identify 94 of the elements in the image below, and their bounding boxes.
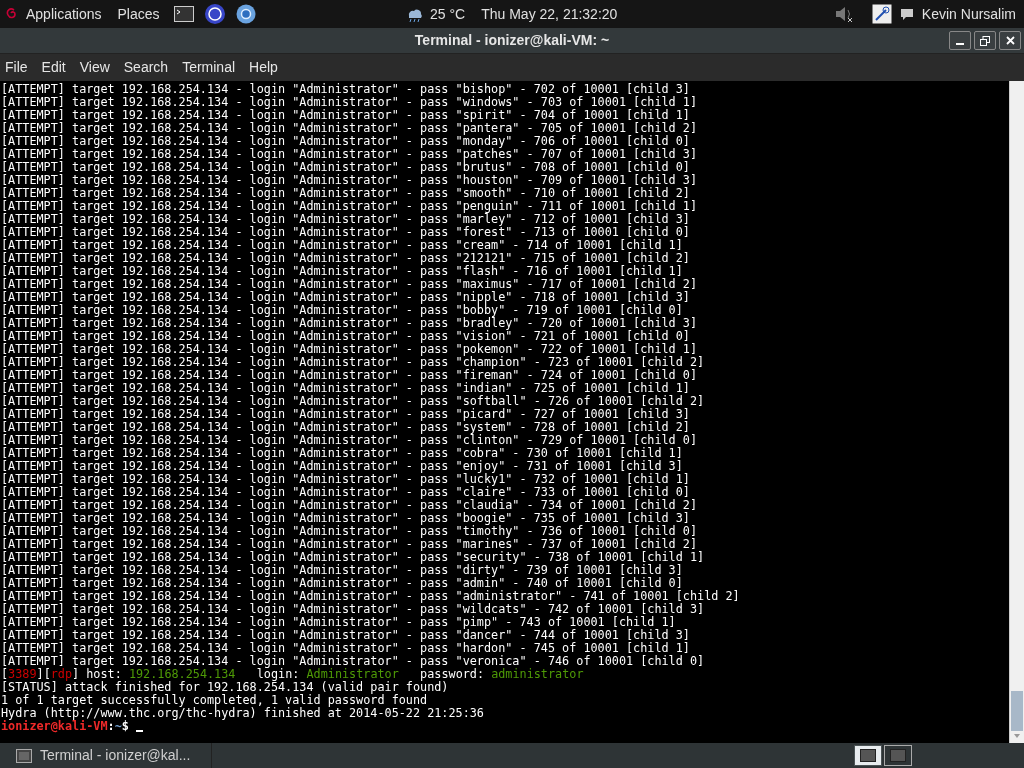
terminal-text: [ATTEMPT] target 192.168.254.134 - login "Administrator" - pass "smooth" - 710 of 10001 [child 2] (1, 187, 690, 200)
terminal-text: [ATTEMPT] target 192.168.254.134 - login "Administrator" - pass "enjoy" - 731 of 10001 [child 3] (1, 460, 683, 473)
terminal-text: [ATTEMPT] target 192.168.254.134 - login "Administrator" - pass "lucky1" - 732 of 10001 [child 1] (1, 473, 690, 486)
debian-swirl-icon[interactable] (6, 7, 18, 21)
menu-item[interactable]: View (79, 57, 110, 78)
terminal-text: [STATUS] attack finished for 192.168.254.134 (valid pair found) (1, 681, 449, 694)
terminal-text: [ATTEMPT] target 192.168.254.134 - login "Administrator" - pass "penguin" - 711 of 10001 [child 1] (1, 200, 698, 213)
terminal-text: [ATTEMPT] target 192.168.254.134 - login "Administrator" - pass "marines" - 737 of 10001 [child 2] (1, 538, 698, 551)
terminal-text: [ATTEMPT] target 192.168.254.134 - login "Administrator" - pass "bobby" - 719 of 10001 [child 0] (1, 304, 683, 317)
terminal-text: [ATTEMPT] target 192.168.254.134 - login "Administrator" - pass "claudia" - 734 of 10001 [child 2] (1, 499, 698, 512)
terminal-text: Hydra (http://www.thc.org/thc-hydra) finished at 2014-05-22 21:25:36 (1, 707, 484, 720)
terminal-text: ionizer@kali-VM (1, 720, 108, 733)
terminal-text: [ATTEMPT] target 192.168.254.134 - login "Administrator" - pass "bradley" - 720 of 10001 [child 3] (1, 317, 698, 330)
close-icon (1005, 36, 1015, 45)
terminal-text: 192.168.254.134 (128, 668, 236, 681)
terminal-text: [ATTEMPT] target 192.168.254.134 - login "Administrator" - pass "picard" - 727 of 10001 [child 3] (1, 408, 690, 421)
minimize-button[interactable] (949, 31, 971, 50)
terminal-text: [ATTEMPT] target 192.168.254.134 - login "Administrator" - pass "brutus" - 708 of 10001 [child 0] (1, 161, 690, 174)
scrollbar-thumb[interactable] (1011, 691, 1023, 731)
terminal-text: [ATTEMPT] target 192.168.254.134 - login "Administrator" - pass "forest" - 713 of 10001 [child 0] (1, 226, 690, 239)
terminal-text: [ATTEMPT] target 192.168.254.134 - login "Administrator" - pass "champion" - 723 of 10001 [child 2] (1, 356, 705, 369)
terminal-text: [ATTEMPT] target 192.168.254.134 - login "Administrator" - pass "timothy" - 736 of 10001 [child 0] (1, 525, 698, 538)
terminal-text: password: (420, 668, 486, 681)
terminal-text: [ATTEMPT] target 192.168.254.134 - login "Administrator" - pass "houston" - 709 of 10001 [child 3] (1, 174, 698, 187)
terminal-text: [ATTEMPT] target 192.168.254.134 - login "Administrator" - pass "wildcats" - 742 of 10001 [child 3] (1, 603, 705, 616)
temperature: 25 °C (430, 4, 466, 24)
globe-icon[interactable] (203, 3, 226, 25)
terminal-text: [ (1, 668, 9, 681)
terminal-text: [ATTEMPT] target 192.168.254.134 - login "Administrator" - pass "pokemon" - 722 of 10001 [child 1] (1, 343, 698, 356)
terminal-text: [ATTEMPT] target 192.168.254.134 - login "Administrator" - pass "security" - 738 of 10001 [child 1] (1, 551, 705, 564)
terminal-text: [ATTEMPT] target 192.168.254.134 - login "Administrator" - pass "bishop" - 702 of 10001 [child 3] (1, 83, 690, 96)
terminal-text: [ATTEMPT] target 192.168.254.134 - login "Administrator" - pass "nipple" - 718 of 10001 [child 3] (1, 291, 690, 304)
terminal-text: Administrator (306, 668, 399, 681)
terminal-text: rdp (50, 668, 73, 681)
restore-icon (980, 35, 990, 46)
panel-menu[interactable]: Places (117, 3, 160, 25)
muted-volume-icon[interactable] (833, 5, 854, 23)
browser-icon[interactable] (235, 4, 256, 24)
terminal-text: : (107, 720, 115, 733)
menu-item[interactable]: Search (123, 57, 169, 78)
terminal-text: [ATTEMPT] target 192.168.254.134 - login "Administrator" - pass "claire" - 733 of 10001 [child 0] (1, 486, 690, 499)
terminal-text: [ATTEMPT] target 192.168.254.134 - login "Administrator" - pass "flash" - 716 of 10001 [child 1] (1, 265, 683, 278)
terminal-text: [ATTEMPT] target 192.168.254.134 - login "Administrator" - pass "admin" - 740 of 10001 [child 0] (1, 577, 683, 590)
workspace-thumbnail-icon (890, 749, 906, 762)
terminal-text: ] host: (72, 668, 123, 681)
panel-menu[interactable]: Applications (26, 3, 102, 25)
terminal-text: [ATTEMPT] target 192.168.254.134 - login "Administrator" - pass "spirit" - 704 of 10001 [child 1] (1, 109, 690, 122)
terminal-text: [ATTEMPT] target 192.168.254.134 - login "Administrator" - pass "cream" - 714 of 10001 [child 1] (1, 239, 683, 252)
terminal-text: [ATTEMPT] target 192.168.254.134 - login "Administrator" - pass "pimp" - 743 of 10001 [child 1] (1, 616, 676, 629)
terminal-text: 1 of 1 target successfully completed, 1 valid password found (1, 694, 428, 707)
terminal-text: [ATTEMPT] target 192.168.254.134 - login "Administrator" - pass "marley" - 712 of 10001 [child 3] (1, 213, 690, 226)
terminal-text: [ATTEMPT] target 192.168.254.134 - login "Administrator" - pass "veronica" - 746 of 10001 [child 0] (1, 655, 705, 668)
terminal-text: 3389 (8, 668, 37, 681)
close-button[interactable] (999, 31, 1021, 50)
network-icon[interactable] (871, 4, 892, 24)
workspace-thumbnail-icon (860, 749, 876, 762)
chat-icon[interactable] (899, 7, 914, 21)
menu-item[interactable]: Terminal (182, 57, 236, 78)
minimize-icon (956, 43, 964, 45)
workspace-button[interactable] (854, 745, 882, 766)
terminal-icon (16, 748, 32, 763)
terminal-text: [ATTEMPT] target 192.168.254.134 - login "Administrator" - pass "dirty" - 739 of 10001 [child 3] (1, 564, 683, 577)
terminal-text: [ATTEMPT] target 192.168.254.134 - login "Administrator" - pass "indian" - 725 of 10001 [child 1] (1, 382, 690, 395)
terminal-text: [ATTEMPT] target 192.168.254.134 - login "Administrator" - pass "patches" - 707 of 10001 [child 3] (1, 148, 698, 161)
scrollbar[interactable] (1009, 81, 1024, 743)
terminal-text: [ATTEMPT] target 192.168.254.134 - login "Administrator" - pass "212121" - 715 of 10001 [child 2] (1, 252, 690, 265)
terminal-text: [ATTEMPT] target 192.168.254.134 - login "Administrator" - pass "windows" - 703 of 10001 [child 1] (1, 96, 698, 109)
terminal-text: [ATTEMPT] target 192.168.254.134 - login "Administrator" - pass "clinton" - 729 of 10001 [child 0] (1, 434, 698, 447)
terminal-text: [ATTEMPT] target 192.168.254.134 - login "Administrator" - pass "vision" - 721 of 10001 [child 0] (1, 330, 690, 343)
terminal-text: $ (121, 720, 129, 733)
terminal-text: [ATTEMPT] target 192.168.254.134 - login "Administrator" - pass "softball" - 726 of 10001 [child 2] (1, 395, 705, 408)
terminal-text: [ATTEMPT] target 192.168.254.134 - login "Administrator" - pass "cobra" - 730 of 10001 [child 1] (1, 447, 683, 460)
terminal-text: [ATTEMPT] target 192.168.254.134 - login "Administrator" - pass "pantera" - 705 of 10001 [child 2] (1, 122, 698, 135)
terminal-text: [ATTEMPT] target 192.168.254.134 - login "Administrator" - pass "boogie" - 735 of 10001 [child 3] (1, 512, 690, 525)
user-name[interactable]: Kevin Nursalim (921, 3, 1016, 25)
terminal-text: [ATTEMPT] target 192.168.254.134 - login "Administrator" - pass "dancer" - 744 of 10001 [child 3] (1, 629, 690, 642)
terminal-text: [ATTEMPT] target 192.168.254.134 - login "Administrator" - pass "hardon" - 745 of 10001 [child 1] (1, 642, 690, 655)
terminal-text: ][ (36, 668, 51, 681)
window-title: Terminal - ionizer@kali-VM: ~ (414, 31, 610, 50)
terminal-text: administrator (491, 668, 584, 681)
terminal-text: [ATTEMPT] target 192.168.254.134 - login "Administrator" - pass "fireman" - 724 of 10001 [child 0] (1, 369, 698, 382)
terminal-text: [ATTEMPT] target 192.168.254.134 - login "Administrator" - pass "system" - 728 of 10001 [child 2] (1, 421, 690, 434)
menu-item[interactable]: File (5, 57, 28, 78)
menu-item[interactable]: Help (249, 57, 278, 78)
clock[interactable]: Thu May 22, 21:32:20 (481, 3, 618, 25)
terminal-text: [ATTEMPT] target 192.168.254.134 - login "Administrator" - pass "administrator" - 741 of 10001 [child 2] (1, 590, 740, 603)
menu-item[interactable]: Edit (41, 57, 66, 78)
terminal-icon[interactable] (173, 6, 194, 22)
terminal-text: login: (256, 668, 301, 681)
terminal-text: ~ (114, 720, 122, 733)
maximize-button[interactable] (974, 31, 996, 50)
terminal-text: [ATTEMPT] target 192.168.254.134 - login "Administrator" - pass "monday" - 706 of 10001 [child 0] (1, 135, 690, 148)
workspace-button[interactable] (884, 745, 912, 766)
terminal-text: [ATTEMPT] target 192.168.254.134 - login "Administrator" - pass "maximus" - 717 of 10001 [child 2] (1, 278, 698, 291)
